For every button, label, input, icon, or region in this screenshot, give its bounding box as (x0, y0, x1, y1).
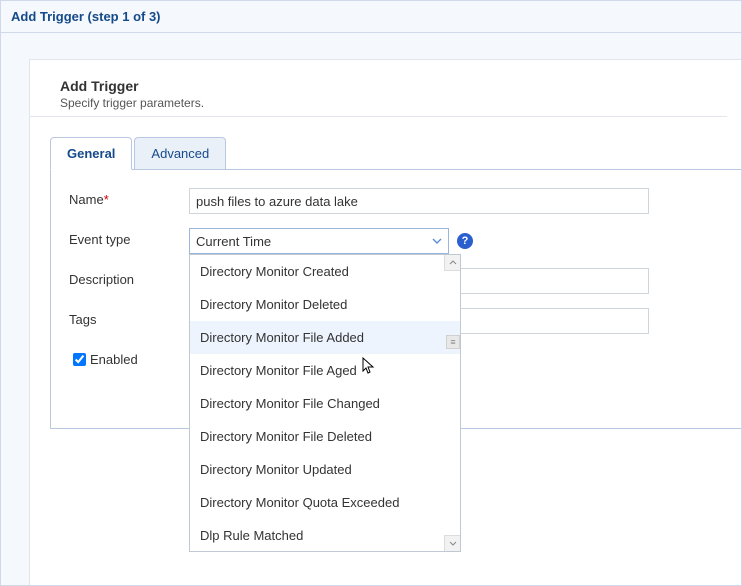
event-type-selected-value: Current Time (196, 234, 271, 249)
name-input[interactable] (189, 188, 649, 214)
title-block: Add Trigger Specify trigger parameters. (30, 60, 727, 117)
event-option[interactable]: Directory Monitor File Changed (190, 387, 460, 420)
tags-label: Tags (69, 308, 189, 327)
event-option[interactable]: Directory Monitor File Aged (190, 354, 460, 387)
enabled-field: Enabled (69, 348, 189, 369)
event-option[interactable]: Directory Monitor Deleted (190, 288, 460, 321)
row-event-type: Event type Current Time ? Direct (69, 228, 723, 254)
scroll-thumb[interactable]: ≡ (446, 335, 460, 349)
help-icon[interactable]: ? (457, 233, 473, 249)
panel-title: Add Trigger (step 1 of 3) (1, 1, 741, 33)
event-option[interactable]: Dlp Rule Matched (190, 519, 460, 551)
event-option[interactable]: Directory Monitor File Added (190, 321, 460, 354)
add-trigger-panel: Add Trigger (step 1 of 3) Add Trigger Sp… (0, 0, 742, 586)
tab-general[interactable]: General (50, 137, 132, 170)
event-option[interactable]: Directory Monitor Quota Exceeded (190, 486, 460, 519)
tab-advanced[interactable]: Advanced (134, 137, 226, 169)
scroll-down-button[interactable] (444, 535, 460, 551)
row-name: Name* (69, 188, 723, 214)
event-type-dropdown: Directory Monitor Created Directory Moni… (189, 254, 461, 552)
tab-panel-general: Name* Event type Current Time (50, 169, 741, 429)
name-label: Name* (69, 188, 189, 207)
tabs: General Advanced Name* Event type (50, 137, 741, 429)
scroll-up-button[interactable] (444, 255, 460, 271)
page-subtitle: Specify trigger parameters. (60, 96, 727, 110)
page-title: Add Trigger (60, 78, 727, 94)
dropdown-inner: Directory Monitor Created Directory Moni… (190, 255, 460, 551)
event-option[interactable]: Directory Monitor Updated (190, 453, 460, 486)
tabstrip: General Advanced (50, 137, 741, 169)
required-asterisk: * (104, 192, 109, 207)
description-label: Description (69, 268, 189, 287)
chevron-down-icon (430, 234, 444, 248)
enabled-label: Enabled (90, 352, 138, 367)
event-type-select[interactable]: Current Time (189, 228, 449, 254)
event-type-label: Event type (69, 228, 189, 247)
inner-panel: Add Trigger Specify trigger parameters. … (29, 59, 741, 586)
enabled-checkbox[interactable] (73, 353, 86, 366)
event-option[interactable]: Directory Monitor File Deleted (190, 420, 460, 453)
event-option[interactable]: Directory Monitor Created (190, 255, 460, 288)
